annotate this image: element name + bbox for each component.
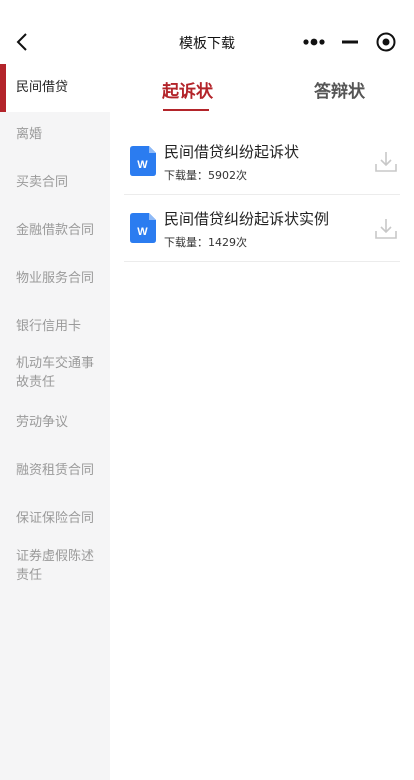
sidebar-item-rongzi-zulin[interactable]: 融资租赁合同 (0, 461, 110, 480)
sidebar-item-maimai-hetong[interactable]: 买卖合同 (0, 173, 110, 192)
capsule-menu (300, 28, 406, 56)
sidebar-item-label: 机动车交通事故责任 (16, 356, 95, 390)
sidebar-item-label: 银行信用卡 (16, 319, 82, 334)
sidebar-item-wuye-fuwu[interactable]: 物业服务合同 (0, 269, 110, 288)
download-icon[interactable] (374, 150, 398, 174)
sidebar-item-label: 证券虚假陈述责任 (16, 549, 95, 583)
sidebar-item-jidongche-jiaotong[interactable]: 机动车交通事故责任 (0, 354, 110, 392)
sidebar-item-label: 离婚 (16, 127, 43, 142)
file-list: W 民间借贷纠纷起诉状 下载量：5902次 W 民间借贷纠纷起诉状实例 下载量：… (124, 128, 400, 262)
sidebar-item-label: 融资租赁合同 (16, 463, 95, 478)
download-icon[interactable] (374, 217, 398, 241)
sidebar-item-laodong-zhengyi[interactable]: 劳动争议 (0, 413, 110, 432)
sidebar-item-minjian-jiedai[interactable]: 民间借贷 (0, 64, 110, 112)
more-dots-icon[interactable] (300, 28, 328, 56)
sidebar-item-label: 民间借贷 (16, 80, 69, 95)
tab-bar: 起诉状 答辩状 (110, 64, 414, 112)
word-document-icon: W (130, 146, 156, 176)
minimize-icon[interactable] (338, 28, 362, 56)
category-sidebar: 民间借贷 离婚 买卖合同 金融借款合同 物业服务合同 银行信用卡 机动车交通事故… (0, 64, 110, 780)
sidebar-item-label: 物业服务合同 (16, 271, 95, 286)
sidebar-item-jinrong-jiekuan[interactable]: 金融借款合同 (0, 221, 110, 240)
close-target-icon[interactable] (374, 30, 398, 54)
active-tab-indicator (163, 109, 209, 111)
sidebar-item-label: 保证保险合同 (16, 511, 95, 526)
svg-text:W: W (137, 226, 148, 238)
svg-text:W: W (137, 159, 148, 171)
sidebar-item-yinhang-xinyongka[interactable]: 银行信用卡 (0, 317, 110, 336)
tab-dabianzhuang[interactable]: 答辩状 (314, 77, 365, 102)
sidebar-item-baozheng-baoxian[interactable]: 保证保险合同 (0, 509, 110, 528)
file-name: 民间借贷纠纷起诉状 (164, 143, 300, 161)
word-document-icon: W (130, 213, 156, 243)
download-count: 下载量：5902次 (164, 169, 247, 182)
sidebar-item-label: 金融借款合同 (16, 223, 95, 238)
sidebar-item-label: 劳动争议 (16, 415, 69, 430)
list-item[interactable]: W 民间借贷纠纷起诉状实例 下载量：1429次 (124, 195, 400, 262)
sidebar-item-label: 买卖合同 (16, 175, 69, 190)
tab-qisuzhuang[interactable]: 起诉状 (162, 77, 213, 102)
download-count: 下载量：1429次 (164, 236, 247, 249)
nav-bar: 模板下载 (0, 0, 414, 66)
sidebar-item-lihun[interactable]: 离婚 (0, 125, 110, 144)
sidebar-item-zhengquan-xujia[interactable]: 证券虚假陈述责任 (0, 547, 110, 585)
file-name: 民间借贷纠纷起诉状实例 (164, 210, 330, 228)
list-item[interactable]: W 民间借贷纠纷起诉状 下载量：5902次 (124, 128, 400, 195)
